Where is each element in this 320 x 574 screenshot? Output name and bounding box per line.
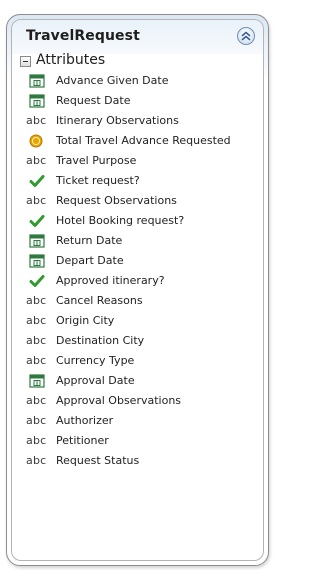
attribute-row[interactable]: Depart Date [12,251,263,271]
attribute-label: Request Date [56,94,131,107]
text-type-icon: abc [26,354,47,367]
attribute-row[interactable]: abc Approval Observations [12,391,263,411]
attribute-label: Itinerary Observations [56,114,179,127]
calendar-icon [26,94,52,108]
attribute-label: Destination City [56,334,145,347]
attribute-label: Approved itinerary? [56,274,165,287]
attribute-row[interactable]: abc Currency Type [12,351,263,371]
text-type-icon: abc [26,294,47,307]
calendar-icon [26,234,52,248]
calendar-icon [26,74,52,88]
attribute-list: Advance Given Date Request Date abc Itinera… [12,71,263,471]
attribute-label: Depart Date [56,254,124,267]
attribute-label: Petitioner [56,434,109,447]
attribute-row[interactable]: abc Travel Purpose [12,151,263,171]
attribute-label: Total Travel Advance Requested [56,134,231,147]
checkmark-icon [26,174,52,188]
attribute-label: Return Date [56,234,123,247]
attribute-row[interactable]: abc Itinerary Observations [12,111,263,131]
checkmark-icon [26,214,52,228]
attribute-row[interactable]: Total Travel Advance Requested [12,131,263,151]
calendar-icon [26,374,52,388]
attribute-label: Ticket request? [56,174,140,187]
travel-request-entity-panel[interactable]: TravelRequest Attributes Advance Given D… [6,14,269,566]
attribute-row[interactable]: abc Petitioner [12,431,263,451]
calendar-icon [26,254,52,268]
coin-icon [26,134,52,148]
attribute-label: Cancel Reasons [56,294,143,307]
attribute-label: Request Observations [56,194,177,207]
attribute-row[interactable]: abc Request Observations [12,191,263,211]
entity-title: TravelRequest [26,28,140,44]
text-type-icon: abc [26,154,47,167]
text-type-icon: abc [26,394,47,407]
attribute-row[interactable]: Approved itinerary? [12,271,263,291]
text-type-icon: abc [26,434,47,447]
checkmark-icon [26,274,52,288]
text-type-icon: abc [26,454,47,467]
attribute-label: Origin City [56,314,115,327]
attribute-label: Hotel Booking request? [56,214,185,227]
attribute-row[interactable]: abc Authorizer [12,411,263,431]
attribute-label: Advance Given Date [56,74,169,87]
attribute-label: Travel Purpose [56,154,137,167]
attribute-label: Currency Type [56,354,135,367]
attribute-row[interactable]: abc Request Status [12,451,263,471]
text-type-icon: abc [26,334,47,347]
attribute-label: Request Status [56,454,140,467]
entity-header: TravelRequest [12,20,263,54]
collapse-chevron-icon[interactable] [237,27,255,45]
attribute-row[interactable]: abc Cancel Reasons [12,291,263,311]
attributes-section-label: Attributes [36,52,106,68]
attribute-row[interactable]: abc Origin City [12,311,263,331]
attribute-row[interactable]: Hotel Booking request? [12,211,263,231]
text-type-icon: abc [26,414,47,427]
attribute-label: Authorizer [56,414,114,427]
attribute-row[interactable]: Advance Given Date [12,71,263,91]
attribute-row[interactable]: Approval Date [12,371,263,391]
text-type-icon: abc [26,114,47,127]
attributes-section-header[interactable]: Attributes [12,52,263,70]
text-type-icon: abc [26,314,47,327]
attribute-row[interactable]: Return Date [12,231,263,251]
collapse-section-icon[interactable] [20,56,31,67]
attribute-label: Approval Date [56,374,135,387]
text-type-icon: abc [26,194,47,207]
attribute-row[interactable]: Ticket request? [12,171,263,191]
attributes-section: Attributes Advance Given Date Request Dat… [12,52,263,467]
entity-body: TravelRequest Attributes Advance Given D… [11,19,264,561]
attribute-label: Approval Observations [56,394,182,407]
attribute-row[interactable]: abc Destination City [12,331,263,351]
attribute-row[interactable]: Request Date [12,91,263,111]
